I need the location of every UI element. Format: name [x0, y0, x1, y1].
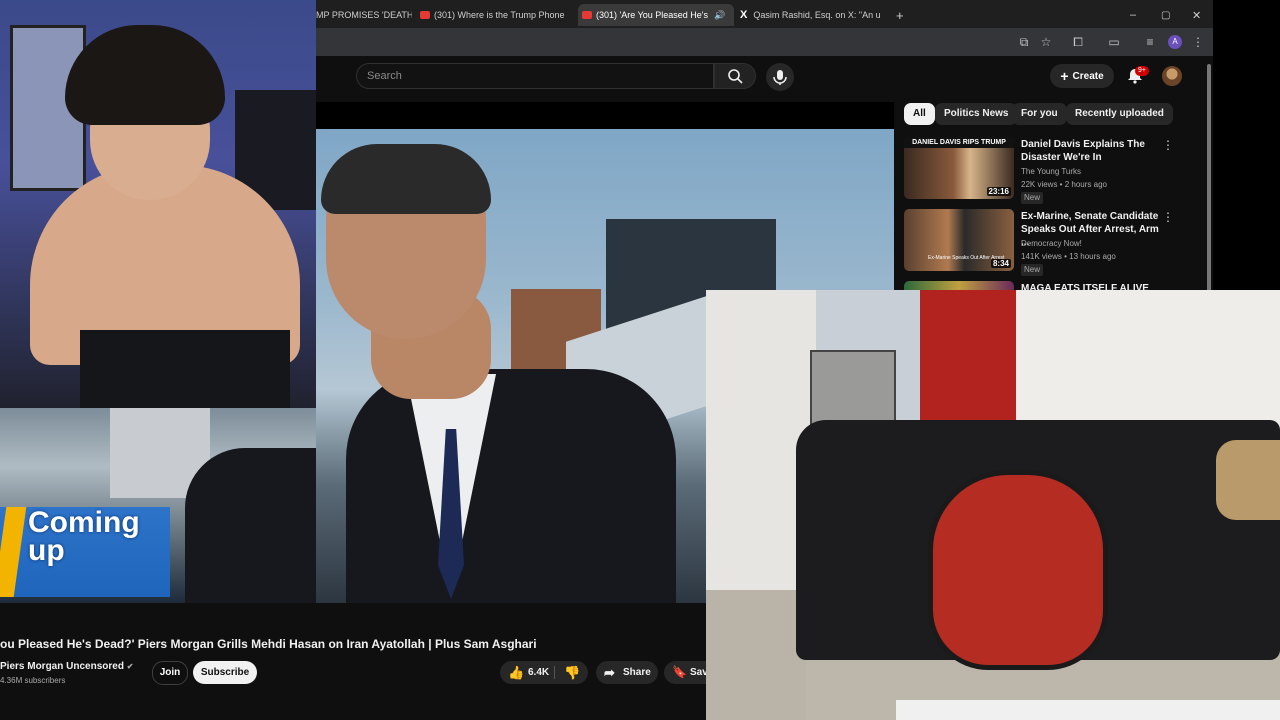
more-menu-icon[interactable]: ⋮: [1190, 34, 1206, 50]
video-thumbnail[interactable]: [904, 281, 1014, 290]
duration-badge: 23:16: [986, 187, 1011, 196]
window-image: [1016, 290, 1280, 440]
close-icon[interactable]: ✕: [889, 10, 890, 21]
dislike-icon[interactable]: 👎: [564, 661, 580, 684]
presenter-suit: [185, 448, 316, 603]
chip-all[interactable]: All: [904, 103, 935, 125]
chip-recently-uploaded[interactable]: Recently uploaded: [1066, 103, 1173, 125]
microphone-icon: [773, 70, 787, 85]
recommended-video-title[interactable]: MAGA EATS ITSELF ALIVE As: [1021, 282, 1161, 290]
video-title: ou Pleased He's Dead?' Piers Morgan Gril…: [0, 637, 537, 651]
tab-label: (301) Where is the Trump Phone: [434, 10, 565, 20]
coming-up-graphic: Coming up: [0, 507, 170, 597]
channel-name[interactable]: The Young Turks: [1021, 166, 1081, 178]
browser-tab[interactable]: MP PROMISES 'DEATH ✕: [316, 4, 412, 26]
x-icon: X: [740, 9, 748, 21]
chair-image: [928, 470, 1108, 670]
account-avatar[interactable]: [1162, 66, 1182, 86]
split-view-icon[interactable]: ▭: [1106, 34, 1122, 50]
install-icon[interactable]: ⧉: [1016, 34, 1032, 50]
close-icon[interactable]: ✕: [733, 10, 734, 21]
like-icon[interactable]: 👍: [508, 661, 524, 684]
video-meta: 141K views • 13 hours ago: [1021, 252, 1116, 261]
voice-search-button[interactable]: [766, 63, 794, 91]
new-tab-button[interactable]: +: [896, 4, 910, 26]
save-button[interactable]: 🔖 Sav: [664, 661, 706, 684]
like-count[interactable]: 6.4K: [528, 661, 549, 684]
chip-for-you[interactable]: For you: [1012, 103, 1067, 125]
profile-icon[interactable]: A: [1168, 35, 1182, 49]
floor-light: [896, 700, 1280, 720]
channel-name[interactable]: Piers Morgan Uncensored ✔: [0, 661, 133, 672]
curtain-image: [920, 290, 1016, 430]
browser-tab[interactable]: X Qasim Rashid, Esq. on X: "An u ✕: [740, 4, 890, 26]
speaker-icon[interactable]: 🔊: [714, 10, 725, 21]
bookmark-star-icon[interactable]: ☆: [1038, 34, 1054, 50]
share-label: Share: [623, 667, 651, 678]
youtube-icon: [582, 11, 592, 19]
browser-tab-active[interactable]: (301) 'Are You Pleased He's 🔊 ✕: [578, 4, 734, 26]
chair-image: [80, 330, 290, 408]
join-button[interactable]: Join: [152, 661, 188, 685]
search-button[interactable]: [714, 63, 756, 89]
verified-icon: ✔: [126, 662, 134, 671]
presenter-hair: [321, 144, 491, 214]
divider: [554, 666, 555, 679]
video-thumbnail[interactable]: DANIEL DAVIS RIPS TRUMP 23:16: [904, 137, 1014, 199]
tab-label: Qasim Rashid, Esq. on X: "An u: [753, 10, 881, 20]
close-icon[interactable]: ✕: [573, 10, 574, 21]
share-icon: ➦: [604, 665, 615, 680]
bookmark-icon: 🔖: [672, 665, 687, 679]
search-icon: [728, 69, 743, 84]
room-webcam: [706, 290, 1280, 720]
subscribe-button[interactable]: Subscribe: [193, 661, 257, 684]
scrollbar[interactable]: [1205, 56, 1213, 296]
new-badge: New: [1021, 192, 1044, 204]
recommended-video-title[interactable]: Daniel Davis Explains The Disaster We're…: [1021, 138, 1161, 164]
close-window-button[interactable]: ✕: [1192, 4, 1201, 26]
more-options-icon[interactable]: ⋮: [1162, 138, 1174, 152]
minimize-button[interactable]: –: [1130, 4, 1136, 26]
save-label: Sav: [690, 667, 706, 678]
channel-label: Piers Morgan Uncensored: [0, 661, 124, 672]
browser-tab[interactable]: (301) Where is the Trump Phone ✕: [420, 4, 574, 26]
more-options-icon[interactable]: ⋮: [1162, 210, 1174, 224]
browser-tab-bar: MP PROMISES 'DEATH ✕ (301) Where is the …: [316, 0, 1213, 28]
video-meta: 22K views • 2 hours ago: [1021, 180, 1107, 189]
coming-up-line1: Coming: [28, 506, 140, 539]
new-badge: New: [1021, 264, 1044, 276]
streamer-webcam: [0, 0, 316, 408]
maximize-button[interactable]: ▢: [1161, 4, 1170, 26]
tab-label: MP PROMISES 'DEATH: [316, 10, 412, 20]
tab-label: (301) 'Are You Pleased He's: [596, 10, 709, 20]
duration-badge: 8:34: [990, 259, 1011, 268]
youtube-icon: [420, 11, 430, 19]
channel-name[interactable]: Democracy Now!: [1021, 238, 1082, 250]
thumbnail-caption: DANIEL DAVIS RIPS TRUMP: [904, 137, 1014, 148]
create-button[interactable]: + Create: [1050, 64, 1114, 88]
media-controls-icon[interactable]: ≡: [1142, 34, 1158, 50]
share-button[interactable]: ➦ Share: [596, 661, 658, 684]
subscriber-count: 4.36M subscribers: [0, 676, 66, 685]
player-letterbox: [316, 102, 894, 129]
extensions-icon[interactable]: ⧠: [1070, 34, 1086, 50]
plus-icon: +: [1060, 68, 1069, 84]
streamer-hair: [65, 25, 225, 125]
like-dislike-group: 👍 6.4K 👎: [500, 661, 588, 684]
create-label: Create: [1072, 70, 1104, 82]
pillow-image: [1216, 440, 1280, 520]
desktop-background: [1213, 0, 1280, 290]
video-thumbnail[interactable]: Ex-Marine Speaks Out After Arrest 8:34: [904, 209, 1014, 271]
search-input[interactable]: Search: [356, 63, 714, 89]
chip-politics-news[interactable]: Politics News: [935, 103, 1018, 125]
presenter-suit: [346, 369, 676, 603]
notification-badge: 9+: [1135, 66, 1149, 76]
coming-up-line2: up: [28, 534, 65, 567]
